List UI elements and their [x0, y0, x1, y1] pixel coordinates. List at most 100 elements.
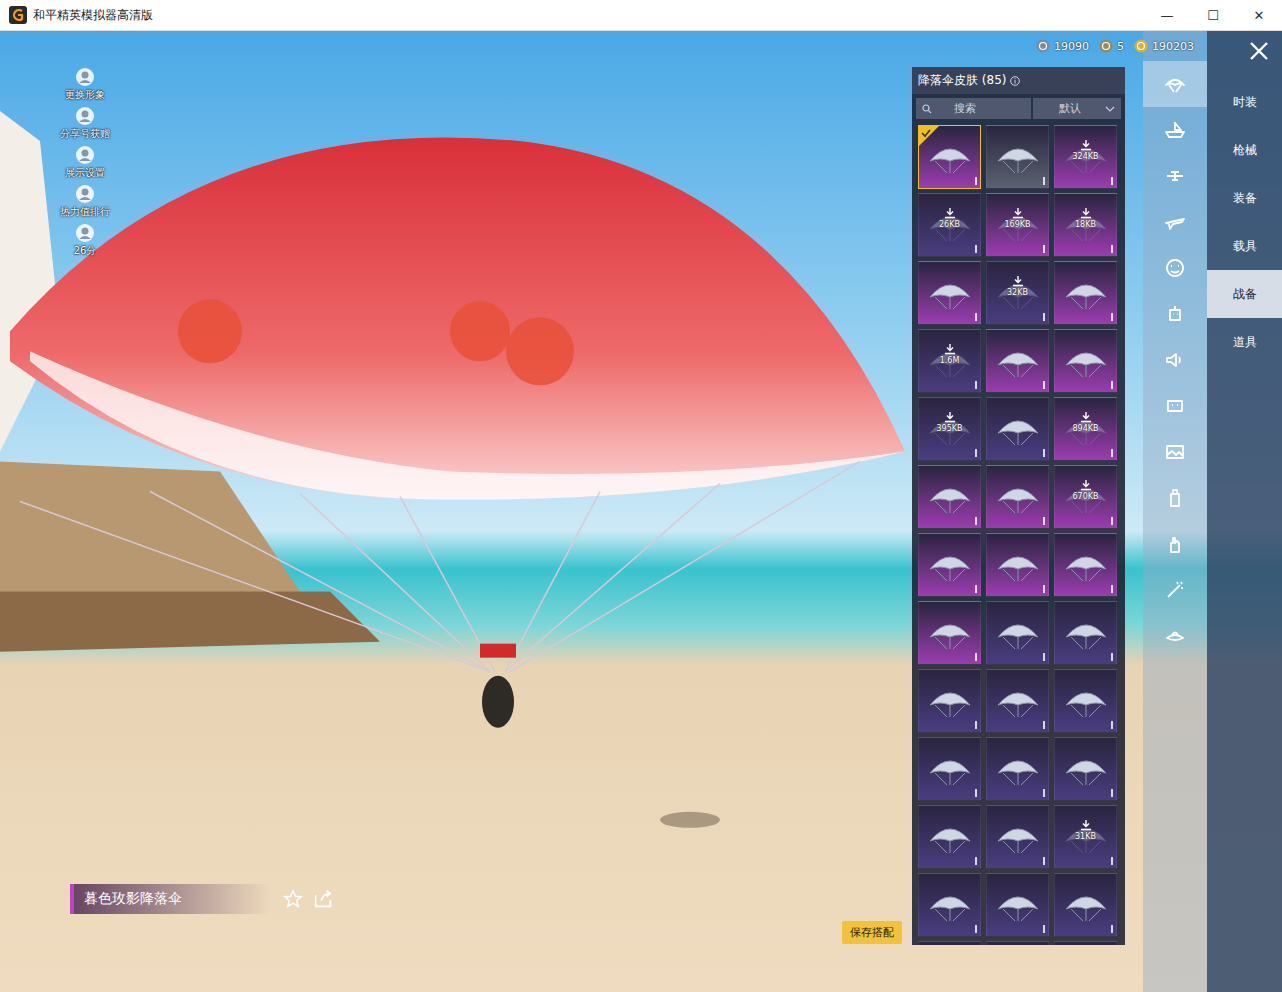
- skin-tile[interactable]: [918, 669, 981, 733]
- window-control-button[interactable]: —: [1144, 0, 1190, 30]
- skin-tile[interactable]: [986, 805, 1049, 869]
- skin-tile[interactable]: [918, 873, 981, 937]
- skin-tile[interactable]: [918, 737, 981, 801]
- action-icon: [75, 145, 95, 165]
- count-mark: [975, 517, 977, 525]
- category-tab[interactable]: 战备: [1207, 270, 1282, 318]
- parachute-illustration: [0, 31, 912, 992]
- skin-tile[interactable]: [1054, 669, 1117, 733]
- skin-tile[interactable]: [986, 941, 1049, 945]
- icon-tab[interactable]: [1143, 429, 1207, 475]
- coin-icon: [1036, 39, 1050, 53]
- skin-tile[interactable]: [918, 941, 981, 945]
- skin-tile[interactable]: [986, 329, 1049, 393]
- search-field[interactable]: 搜索: [916, 98, 1031, 119]
- skin-tile[interactable]: [918, 533, 981, 597]
- download-icon: [944, 344, 956, 355]
- skin-tile[interactable]: [918, 805, 981, 869]
- skin-tile[interactable]: 32KB: [986, 261, 1049, 325]
- category-column: 时装枪械装备载具战备道具: [1207, 31, 1282, 992]
- side-action[interactable]: 展示设置: [65, 145, 105, 180]
- side-action[interactable]: 26分: [74, 223, 97, 258]
- selected-item-row: 暮色玫影降落伞: [70, 884, 334, 914]
- skin-tile[interactable]: 395KB: [918, 397, 981, 461]
- download-size: 324KB: [1072, 152, 1098, 161]
- window-control-button[interactable]: ✕: [1236, 0, 1282, 30]
- skin-tile[interactable]: 18KB: [1054, 193, 1117, 257]
- parachute-icon: [1063, 545, 1109, 585]
- skin-tile[interactable]: [1054, 261, 1117, 325]
- skin-tile[interactable]: [986, 465, 1049, 529]
- skin-tile[interactable]: [986, 533, 1049, 597]
- count-mark: [975, 925, 977, 933]
- skin-tile[interactable]: [918, 465, 981, 529]
- save-outfit-button[interactable]: 保存搭配: [842, 921, 902, 944]
- category-tab[interactable]: 枪械: [1207, 126, 1282, 174]
- skin-tile[interactable]: [1054, 873, 1117, 937]
- icon-tab[interactable]: [1143, 475, 1207, 521]
- category-tab[interactable]: 载具: [1207, 222, 1282, 270]
- skin-tile[interactable]: [986, 873, 1049, 937]
- skin-tile[interactable]: 26KB: [918, 193, 981, 257]
- download-badge: 395KB: [919, 412, 980, 433]
- skin-tile[interactable]: [986, 737, 1049, 801]
- side-action[interactable]: 更换形象: [65, 67, 105, 102]
- preview-scene[interactable]: 更换形象分享号获赠展示设置热力值排行 26分暮色玫影降落伞保存搭配: [0, 31, 912, 992]
- count-mark: [1043, 313, 1045, 321]
- share-icon[interactable]: [312, 888, 334, 910]
- icon-tab[interactable]: [1143, 521, 1207, 567]
- skin-tile[interactable]: [1054, 601, 1117, 665]
- category-tab[interactable]: 时装: [1207, 78, 1282, 126]
- chevron-down-icon: [1105, 106, 1115, 112]
- icon-tab[interactable]: [1143, 61, 1207, 107]
- skin-tile[interactable]: [1054, 329, 1117, 393]
- count-mark: [1043, 245, 1045, 253]
- icon-tab[interactable]: [1143, 199, 1207, 245]
- side-action[interactable]: 热力值排行: [60, 184, 110, 219]
- category-icon: [1163, 210, 1187, 234]
- skin-tile[interactable]: [1054, 533, 1117, 597]
- skin-tile[interactable]: 670KB: [1054, 465, 1117, 529]
- count-mark: [1043, 585, 1045, 593]
- info-icon[interactable]: [1010, 76, 1020, 86]
- skin-tile[interactable]: [986, 669, 1049, 733]
- icon-tab[interactable]: [1143, 245, 1207, 291]
- download-badge: 670KB: [1055, 480, 1116, 501]
- parachute-icon: [995, 409, 1041, 449]
- skin-tile[interactable]: [918, 125, 981, 189]
- skin-tile[interactable]: [918, 601, 981, 665]
- skin-tile[interactable]: [986, 397, 1049, 461]
- side-action[interactable]: 分享号获赠: [60, 106, 110, 141]
- icon-tab[interactable]: [1143, 153, 1207, 199]
- favorite-star-icon[interactable]: [282, 888, 304, 910]
- icon-tab[interactable]: [1143, 337, 1207, 383]
- parachute-icon: [995, 477, 1041, 517]
- skin-tile[interactable]: 324KB: [1054, 125, 1117, 189]
- skin-tile[interactable]: 1.6M: [918, 329, 981, 393]
- skin-tile[interactable]: [1054, 737, 1117, 801]
- category-tab[interactable]: 装备: [1207, 174, 1282, 222]
- skin-tile[interactable]: 31KB: [1054, 805, 1117, 869]
- skin-tile[interactable]: [1054, 941, 1117, 945]
- icon-tab[interactable]: [1143, 383, 1207, 429]
- category-tab[interactable]: 道具: [1207, 318, 1282, 366]
- download-icon: [944, 412, 956, 423]
- skin-tile[interactable]: 894KB: [1054, 397, 1117, 461]
- skin-tile[interactable]: 169KB: [986, 193, 1049, 257]
- count-mark: [1111, 585, 1113, 593]
- search-placeholder: 搜索: [954, 101, 976, 116]
- category-icon: [1163, 486, 1187, 510]
- close-icon[interactable]: [1248, 40, 1270, 62]
- count-mark: [975, 585, 977, 593]
- skin-tile[interactable]: [918, 261, 981, 325]
- skin-tile[interactable]: [986, 125, 1049, 189]
- icon-tab[interactable]: [1143, 613, 1207, 659]
- download-icon: [1012, 208, 1024, 219]
- skin-tile[interactable]: [986, 601, 1049, 665]
- download-badge: 18KB: [1055, 208, 1116, 229]
- icon-tab[interactable]: [1143, 291, 1207, 337]
- icon-tab[interactable]: [1143, 107, 1207, 153]
- icon-tab[interactable]: [1143, 567, 1207, 613]
- window-control-button[interactable]: ☐: [1190, 0, 1236, 30]
- sort-dropdown[interactable]: 默认: [1033, 98, 1121, 119]
